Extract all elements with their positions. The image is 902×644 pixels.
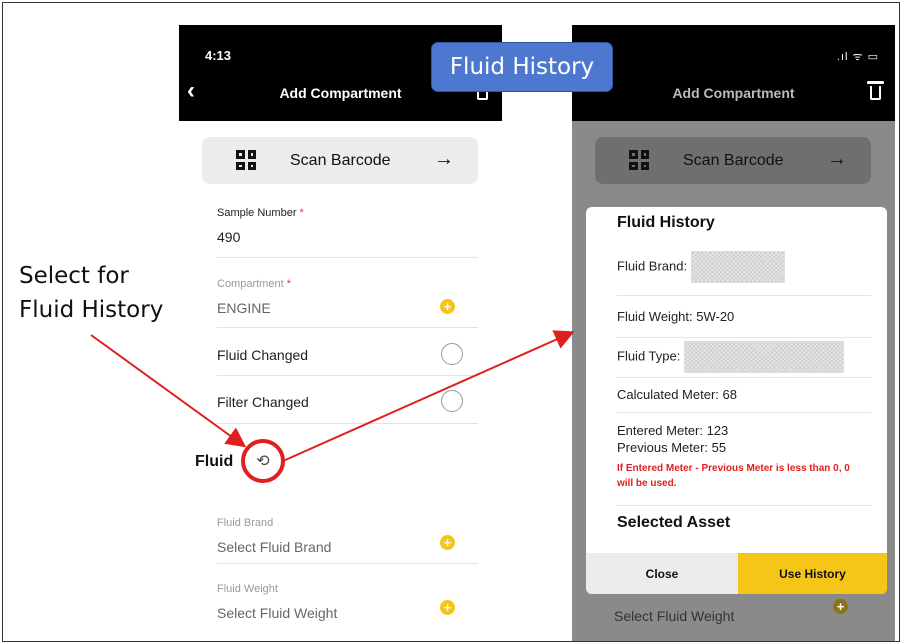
scan-barcode-label: Scan Barcode [683,152,784,169]
divider [217,423,478,424]
right-phone-screen: .ıl ᯤ ▭ Add Compartment Scan Barcode → S… [572,25,895,641]
fluid-section-title: Fluid [195,453,234,470]
arrow-right-icon: → [827,148,847,170]
add-compartment-icon[interactable]: + [440,299,455,314]
fluid-weight-label: Fluid Weight [217,583,278,595]
compartment-label: Compartment [217,278,284,290]
entered-meter-row: Entered Meter: 123 [617,423,729,438]
close-button[interactable]: Close [586,553,738,594]
redacted-value [683,341,844,373]
add-fluid-brand-icon[interactable]: + [440,535,455,550]
qr-code-icon [236,150,256,170]
scan-barcode-button[interactable]: Scan Barcode → [595,137,871,184]
annotation-line-1: Select for [19,263,129,289]
qr-code-icon [629,150,649,170]
fluid-weight-placeholder: Select Fluid Weight [217,605,338,621]
divider [217,563,478,564]
divider [617,377,871,378]
fluid-brand-field[interactable]: Fluid Brand Select Fluid Brand [217,517,477,555]
add-fluid-weight-icon[interactable]: + [833,599,848,614]
arrow-right-icon: → [434,148,454,170]
divider [217,375,478,376]
meter-warning-text: If Entered Meter - Previous Meter is les… [617,463,850,489]
fluid-changed-label: Fluid Changed [217,347,309,363]
divider [617,295,871,296]
fluid-history-icon[interactable]: ⟲ [241,439,285,483]
trash-icon[interactable] [867,81,884,101]
fluid-brand-label: Fluid Brand: [617,258,688,274]
divider [217,327,478,328]
fluid-weight-placeholder: Select Fluid Weight [614,608,735,624]
scan-barcode-label: Scan Barcode [290,152,391,169]
fluid-changed-radio[interactable] [441,343,463,365]
scan-barcode-button[interactable]: Scan Barcode → [202,137,478,184]
form-body: Scan Barcode → Sample Number * 490 Compa… [179,121,502,641]
use-history-button[interactable]: Use History [738,553,887,594]
fluid-weight-field[interactable]: Fluid Weight Select Fluid Weight [217,583,477,621]
fluid-brand-row: Fluid Brand: [617,251,785,283]
selected-asset-heading: Selected Asset [617,514,731,531]
modal-title: Fluid History [617,214,715,231]
divider [617,337,871,338]
sample-number-label: Sample Number [217,207,297,219]
status-time: 4:13 [205,48,232,63]
divider [617,412,871,413]
annotation-text: Select for Fluid History [19,259,163,327]
fluid-type-row: Fluid Type: [617,341,844,373]
fluid-type-label: Fluid Type: [617,348,681,364]
required-marker: * [299,207,304,219]
page-title: Add Compartment [672,85,795,101]
left-phone-screen: 4:13 ‹ Add Compartment Scan Barcode → Sa… [179,25,502,641]
divider [217,257,478,258]
redacted-value [690,251,785,283]
fluid-history-modal: Fluid History Fluid Brand: Fluid Weight:… [586,207,887,594]
sample-number-value: 490 [217,229,241,245]
add-fluid-weight-icon[interactable]: + [440,600,455,615]
compartment-value: ENGINE [217,300,271,316]
fluid-history-callout: Fluid History [431,42,613,92]
calculated-meter-row: Calculated Meter: 68 [617,387,737,402]
status-icons: .ıl ᯤ ▭ [836,51,879,63]
fluid-weight-row: Fluid Weight: 5W-20 [617,309,735,324]
annotation-line-2: Fluid History [19,297,164,323]
filter-changed-radio[interactable] [441,390,463,412]
previous-meter-row: Previous Meter: 55 [617,440,727,455]
figure-frame: Select for Fluid History 4:13 ‹ Add Comp… [2,2,900,642]
navigation-bar-dimmed: .ıl ᯤ ▭ Add Compartment [572,25,895,121]
filter-changed-label: Filter Changed [217,394,309,410]
compartment-field[interactable]: Compartment * ENGINE [217,278,477,316]
fluid-brand-placeholder: Select Fluid Brand [217,539,332,555]
fluid-brand-label: Fluid Brand [217,517,274,529]
sample-number-field[interactable]: Sample Number * 490 [217,207,477,245]
required-marker: * [286,278,291,290]
divider [617,505,871,506]
